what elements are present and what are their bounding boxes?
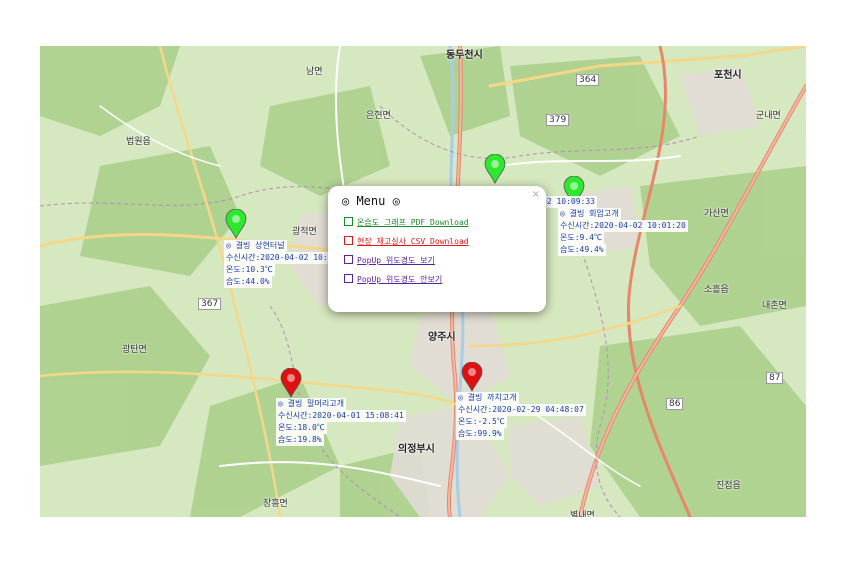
place-label: 포천시: [714, 70, 742, 81]
menu-item-label: PopUp 위도경도 안보기: [357, 275, 443, 284]
place-label: 남면: [306, 67, 323, 77]
station-time: 수신시간:2020-04-02 10:01:20: [558, 220, 688, 232]
menu-item-popup-show[interactable]: PopUp 위도경도 보기: [344, 255, 435, 266]
document-icon: [344, 217, 353, 226]
document-icon: [344, 274, 353, 283]
station-info-0: ◎ 결빙 상현터널 수신시간:2020-04-02 10:07 온도:10.3℃…: [224, 240, 340, 288]
place-label: 가산면: [704, 209, 729, 219]
place-label: 내촌면: [762, 301, 787, 311]
place-label: 동두천시: [446, 50, 483, 61]
station-marker-extra[interactable]: [484, 154, 506, 184]
road-number: 367: [198, 298, 222, 310]
station-temp: 온도:18.0℃: [276, 422, 327, 434]
place-label: 광탄면: [122, 345, 147, 355]
station-title: ◎ 결빙 회암고개: [558, 208, 621, 220]
road-number: 86: [666, 398, 684, 410]
document-icon: [344, 236, 353, 245]
menu-item-label: PopUp 위도경도 보기: [357, 256, 435, 265]
menu-title: ◎ Menu ◎: [342, 194, 400, 208]
station-humidity: 습도:49.4%: [558, 244, 606, 256]
road-number: 87: [766, 372, 784, 384]
place-label: 장흥면: [263, 499, 288, 509]
place-label: 별내면: [570, 511, 595, 517]
menu-item-popup-hide[interactable]: PopUp 위도경도 안보기: [344, 274, 442, 285]
station-marker-2[interactable]: [280, 368, 302, 398]
station-temp: 온도:9.4℃: [558, 232, 604, 244]
place-label: 진접읍: [716, 481, 741, 491]
station-title: ◎ 결빙 까치고개: [456, 392, 519, 404]
station-info-2: ◎ 결빙 말머리고개 수신시간:2020-04-01 15:08:41 온도:1…: [276, 398, 406, 446]
menu-item-label: 현장 재고실사 CSV Download: [357, 237, 469, 246]
document-icon: [344, 255, 353, 264]
station-time: 수신시간:2020-02-29 04:48:07: [456, 404, 586, 416]
place-label: 법원읍: [126, 137, 151, 147]
place-label: 양주시: [428, 332, 456, 343]
road-number: 379: [546, 114, 570, 126]
station-temp: 온도:10.3℃: [224, 264, 275, 276]
close-icon[interactable]: ×: [532, 189, 540, 200]
menu-item-pdf-download[interactable]: 온습도 그래프 PDF Download: [344, 217, 469, 228]
station-info-1: ◎ 결빙 회암고개 수신시간:2020-04-02 10:01:20 온도:9.…: [558, 208, 688, 256]
menu-item-label: 온습도 그래프 PDF Download: [357, 218, 469, 227]
place-label: 군내면: [756, 111, 781, 121]
place-label: 소흘읍: [704, 285, 729, 295]
station-title: ◎ 결빙 말머리고개: [276, 398, 346, 410]
station-humidity: 습도:44.0%: [224, 276, 272, 288]
menu-item-csv-download[interactable]: 현장 재고실사 CSV Download: [344, 236, 469, 247]
station-title: ◎ 결빙 상현터널: [224, 240, 287, 252]
station-time: 수신시간:2020-04-01 15:08:41: [276, 410, 406, 422]
road-number: 364: [576, 74, 600, 86]
station-marker-3[interactable]: [461, 362, 483, 392]
station-extra-time-text: 02 10:09:33: [540, 196, 597, 208]
station-marker-0[interactable]: [225, 209, 247, 239]
place-label: 은현면: [366, 111, 391, 121]
station-humidity: 습도:19.8%: [276, 434, 324, 446]
station-info-3: ◎ 결빙 까치고개 수신시간:2020-02-29 04:48:07 온도:-2…: [456, 392, 586, 440]
station-extra-time: 02 10:09:33: [540, 196, 597, 208]
station-temp: 온도:-2.5℃: [456, 416, 507, 428]
station-time: 수신시간:2020-04-02 10:07: [224, 252, 340, 264]
station-humidity: 습도:99.9%: [456, 428, 504, 440]
menu-popup: × ◎ Menu ◎ 온습도 그래프 PDF Download 현장 재고실사 …: [328, 186, 546, 312]
place-label: 광적면: [292, 227, 317, 237]
